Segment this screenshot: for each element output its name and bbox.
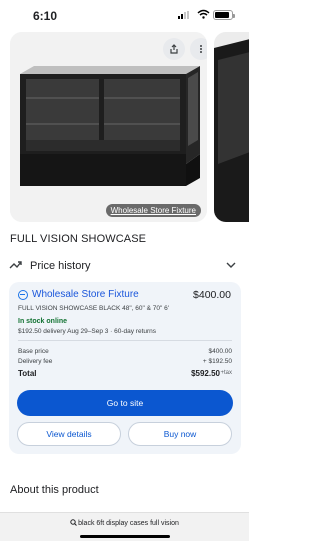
seller-link[interactable]: Wholesale Store Fixture xyxy=(32,289,139,300)
cell-signal-icon xyxy=(178,11,189,19)
tax-label: +tax xyxy=(220,370,232,376)
go-to-site-button[interactable]: Go to site xyxy=(17,390,233,416)
divider xyxy=(18,340,232,341)
stock-status: In stock online xyxy=(18,318,68,325)
about-heading: About this product xyxy=(10,484,99,496)
home-indicator xyxy=(80,535,170,538)
share-button[interactable] xyxy=(163,38,185,60)
product-title: FULL VISION SHOWCASE xyxy=(10,233,147,245)
wifi-icon xyxy=(197,9,210,19)
share-icon xyxy=(170,44,178,54)
image-carousel[interactable]: Wholesale Store Fixture xyxy=(10,32,249,222)
showcase-illustration xyxy=(10,32,207,222)
total-label: Total xyxy=(18,369,37,378)
search-icon xyxy=(70,519,77,526)
base-price-row: Base price $400.00 xyxy=(18,348,232,355)
next-product-image[interactable] xyxy=(214,32,249,222)
view-details-button[interactable]: View details xyxy=(17,422,121,446)
offer-card: Wholesale Store Fixture $400.00 FULL VIS… xyxy=(9,282,241,454)
trending-icon xyxy=(9,261,22,269)
buy-now-button[interactable]: Buy now xyxy=(128,422,232,446)
base-price-value: $400.00 xyxy=(208,348,233,355)
search-query-text: black 6ft display cases full vision xyxy=(78,520,179,527)
price-history-label: Price history xyxy=(30,260,91,272)
delivery-fee-label: Delivery fee xyxy=(18,358,53,365)
delivery-fee-row: Delivery fee + $192.50 xyxy=(18,358,232,365)
status-bar: 6:10 xyxy=(0,0,249,30)
delivery-info: $192.50 delivery Aug 29–Sep 3 · 60-day r… xyxy=(18,328,157,335)
status-time: 6:10 xyxy=(33,9,58,23)
more-options-button[interactable] xyxy=(190,38,207,60)
base-price-label: Base price xyxy=(18,348,49,355)
showcase-illustration-2 xyxy=(214,32,249,222)
price-history-toggle[interactable]: Price history xyxy=(0,254,249,278)
offer-description: FULL VISION SHOWCASE BLACK 48", 60" & 70… xyxy=(18,305,169,312)
store-icon xyxy=(18,290,28,300)
product-image[interactable]: Wholesale Store Fixture xyxy=(10,32,207,222)
total-row: Total $592.50 +tax xyxy=(18,369,232,378)
total-value: $592.50 xyxy=(191,369,220,378)
search-query-row[interactable]: black 6ft display cases full vision xyxy=(0,519,249,527)
battery-icon xyxy=(213,10,235,20)
chevron-down-icon xyxy=(226,262,236,268)
offer-price: $400.00 xyxy=(193,289,231,301)
more-vert-icon xyxy=(200,45,202,53)
image-source-caption[interactable]: Wholesale Store Fixture xyxy=(105,204,201,217)
product-page: 6:10 Wholesale Store Fixture FULL VISION… xyxy=(0,0,249,541)
delivery-fee-value: + $192.50 xyxy=(202,358,232,365)
